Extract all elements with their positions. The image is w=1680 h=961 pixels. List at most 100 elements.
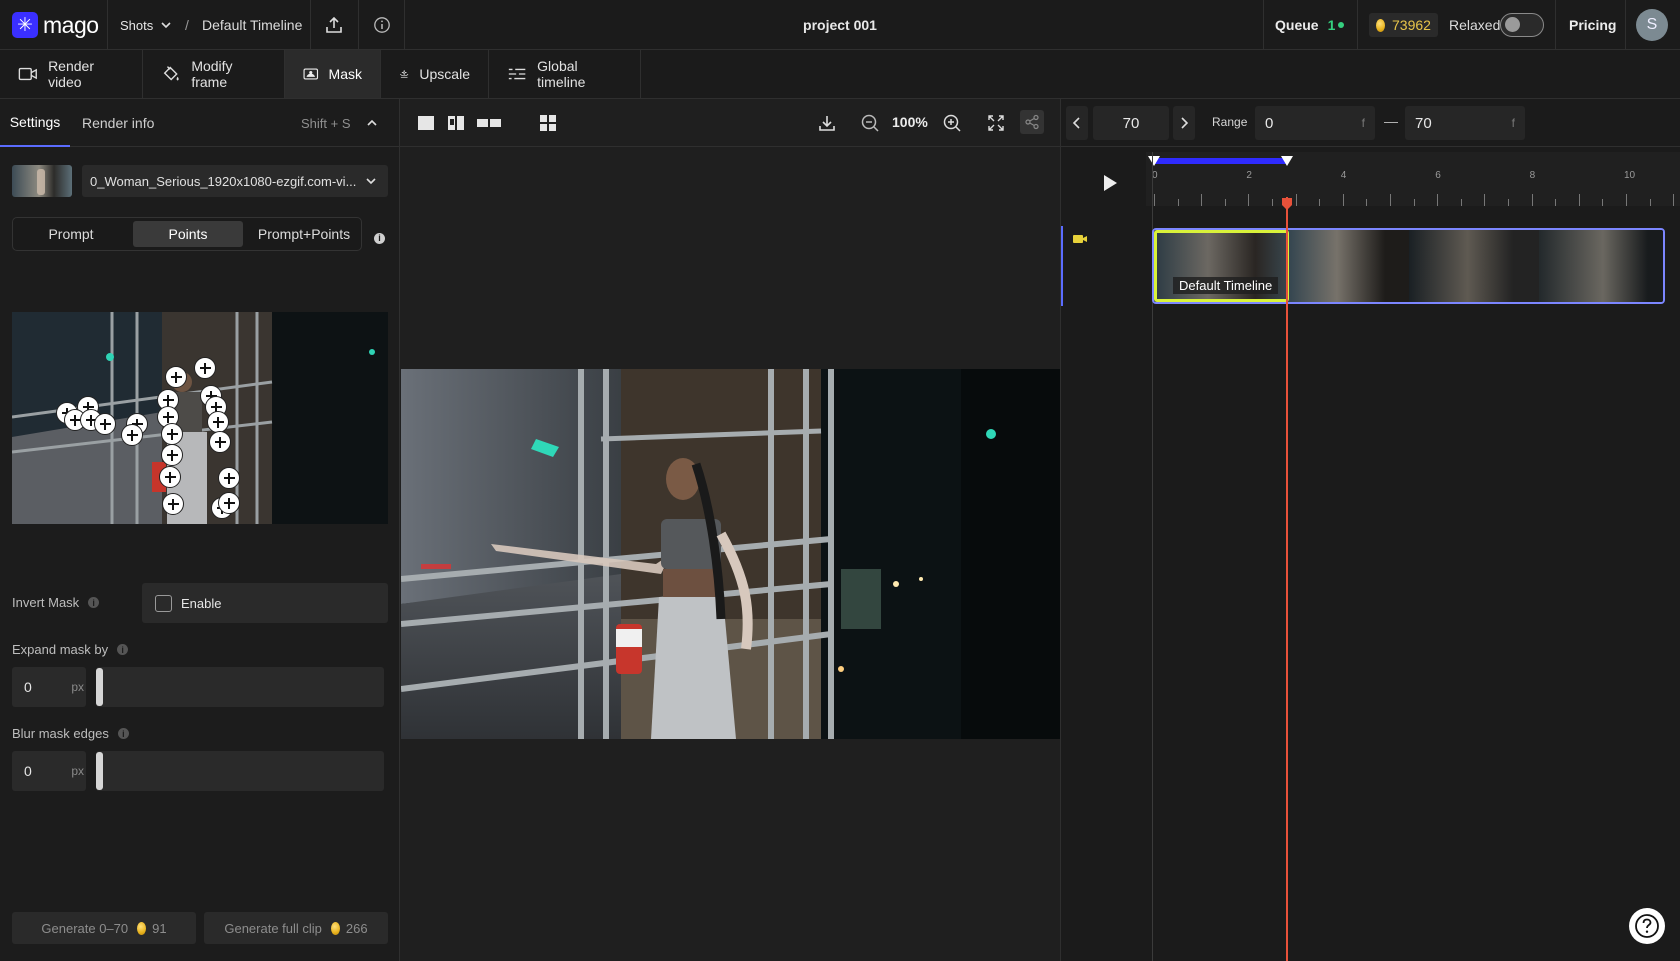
range-end-handle-icon[interactable] bbox=[1280, 155, 1294, 167]
current-frame-image[interactable] bbox=[401, 369, 1060, 739]
expand-mask-label-row: Expand mask by i bbox=[12, 642, 129, 657]
mask-point[interactable] bbox=[161, 423, 183, 445]
next-frame-button[interactable] bbox=[1173, 106, 1195, 140]
mask-tool[interactable]: Mask bbox=[285, 50, 381, 98]
play-icon bbox=[1104, 175, 1117, 191]
info-icon[interactable]: i bbox=[88, 597, 100, 608]
shots-dropdown[interactable]: Shots bbox=[120, 0, 173, 50]
blur-mask-input[interactable]: 0 px bbox=[12, 751, 86, 791]
breadcrumb-timeline[interactable]: Default Timeline bbox=[202, 0, 302, 50]
mask-point[interactable] bbox=[209, 431, 231, 453]
playhead-line[interactable] bbox=[1286, 197, 1288, 961]
collapse-panel-button[interactable] bbox=[362, 99, 382, 147]
video-track-icon bbox=[1073, 235, 1087, 243]
download-button[interactable] bbox=[815, 112, 839, 134]
mask-point[interactable] bbox=[218, 467, 240, 489]
slider-handle[interactable] bbox=[96, 752, 103, 790]
upscale-tool[interactable]: Upscale bbox=[381, 50, 489, 98]
info-icon bbox=[374, 17, 390, 33]
modify-frame-tool[interactable]: Modify frame bbox=[143, 50, 285, 98]
source-file-name: 0_Woman_Serious_1920x1080-ezgif.com-vi..… bbox=[90, 173, 357, 189]
global-timeline-tool[interactable]: Global timeline bbox=[489, 50, 641, 98]
source-file-select[interactable]: 0_Woman_Serious_1920x1080-ezgif.com-vi..… bbox=[82, 165, 388, 197]
generate-range-button[interactable]: Generate 0–70 91 bbox=[12, 912, 196, 944]
share-button[interactable] bbox=[1020, 110, 1044, 134]
ruler-tick bbox=[1201, 194, 1203, 206]
mode-prompt[interactable]: Prompt bbox=[16, 221, 126, 247]
source-file-row: 0_Woman_Serious_1920x1080-ezgif.com-vi..… bbox=[12, 165, 388, 197]
frame-ruler[interactable]: 0 2 4 6 8 10 bbox=[1146, 152, 1680, 206]
mode-points[interactable]: Points bbox=[133, 221, 243, 247]
enable-label: Enable bbox=[181, 595, 222, 611]
prev-frame-button[interactable] bbox=[1066, 106, 1088, 140]
ruler-tick bbox=[1508, 199, 1509, 206]
generate-full-label: Generate full clip bbox=[224, 920, 322, 936]
generate-full-button[interactable]: Generate full clip 266 bbox=[204, 912, 388, 944]
tab-render-info[interactable]: Render info bbox=[82, 99, 154, 147]
frame-viewer: 100% bbox=[400, 99, 1060, 961]
mask-points-preview[interactable] bbox=[12, 312, 388, 524]
app-logo[interactable]: ✳ mago bbox=[12, 0, 99, 50]
info-icon[interactable]: i bbox=[117, 644, 129, 655]
invert-mask-checkbox[interactable]: Enable bbox=[142, 583, 388, 623]
play-button[interactable] bbox=[1093, 166, 1127, 200]
top-header: ✳ mago Shots / Default Timeline project … bbox=[0, 0, 1680, 50]
help-button[interactable] bbox=[1629, 908, 1665, 944]
generate-range-label: Generate 0–70 bbox=[41, 920, 129, 936]
ruler-tick bbox=[1578, 194, 1580, 206]
mask-point[interactable] bbox=[121, 424, 143, 446]
range-start-handle-icon[interactable] bbox=[1147, 155, 1161, 167]
pricing-link[interactable]: Pricing bbox=[1569, 0, 1616, 50]
expand-mask-slider[interactable] bbox=[96, 667, 384, 707]
layout-grid-button[interactable] bbox=[537, 113, 559, 133]
credits-badge[interactable]: 73962 bbox=[1369, 0, 1438, 50]
project-title: project 001 bbox=[803, 17, 877, 33]
layout-compare-button[interactable] bbox=[445, 113, 467, 133]
user-menu[interactable]: S bbox=[1636, 0, 1668, 50]
ruler-tick bbox=[1484, 194, 1486, 206]
chevron-down-icon bbox=[366, 178, 376, 185]
zoom-out-button[interactable] bbox=[858, 112, 882, 134]
toggle-switch[interactable] bbox=[1500, 13, 1544, 37]
range-start-input[interactable]: 0 f bbox=[1255, 106, 1375, 140]
fit-screen-button[interactable] bbox=[984, 112, 1008, 134]
current-frame-input[interactable]: 70 bbox=[1093, 106, 1169, 140]
range-end-input[interactable]: 70 f bbox=[1405, 106, 1525, 140]
mask-icon bbox=[303, 68, 319, 80]
layout-side-by-side-button[interactable] bbox=[475, 113, 503, 133]
clip-frame bbox=[1289, 230, 1409, 302]
queue-count: 1 bbox=[1327, 17, 1336, 33]
coin-icon bbox=[1376, 18, 1385, 32]
zoom-in-button[interactable] bbox=[940, 112, 964, 134]
mask-point[interactable] bbox=[159, 466, 181, 488]
mask-point[interactable] bbox=[94, 413, 116, 435]
export-button[interactable] bbox=[310, 0, 358, 50]
zoom-in-icon bbox=[943, 114, 961, 132]
blur-mask-value: 0 bbox=[24, 763, 32, 779]
playhead-handle-icon[interactable] bbox=[1280, 197, 1294, 211]
queue-indicator[interactable]: Queue 1 bbox=[1275, 0, 1345, 50]
checkbox[interactable] bbox=[155, 594, 172, 612]
relaxed-toggle[interactable] bbox=[1500, 0, 1544, 50]
info-icon[interactable]: i bbox=[117, 728, 129, 739]
render-video-tool[interactable]: Render video bbox=[0, 50, 143, 98]
range-selection-bar[interactable] bbox=[1153, 158, 1286, 164]
ruler-tick bbox=[1248, 194, 1250, 206]
mode-prompt-points[interactable]: Prompt+Points bbox=[249, 221, 359, 247]
mask-point[interactable] bbox=[165, 366, 187, 388]
mode-info-button[interactable]: i bbox=[374, 228, 385, 244]
mask-point[interactable] bbox=[162, 493, 184, 515]
video-clip[interactable]: Default Timeline bbox=[1152, 228, 1665, 304]
blur-mask-slider[interactable] bbox=[96, 751, 384, 791]
chevron-up-icon bbox=[367, 119, 377, 126]
ruler-tick bbox=[1366, 199, 1368, 206]
mask-point[interactable] bbox=[207, 411, 229, 433]
info-button[interactable] bbox=[358, 0, 406, 50]
tab-settings[interactable]: Settings bbox=[0, 99, 70, 147]
mask-point[interactable] bbox=[161, 444, 183, 466]
layout-single-button[interactable] bbox=[415, 113, 437, 133]
mask-point[interactable] bbox=[218, 492, 240, 514]
slider-handle[interactable] bbox=[96, 668, 103, 706]
mask-point[interactable] bbox=[194, 357, 216, 379]
expand-mask-input[interactable]: 0 px bbox=[12, 667, 86, 707]
